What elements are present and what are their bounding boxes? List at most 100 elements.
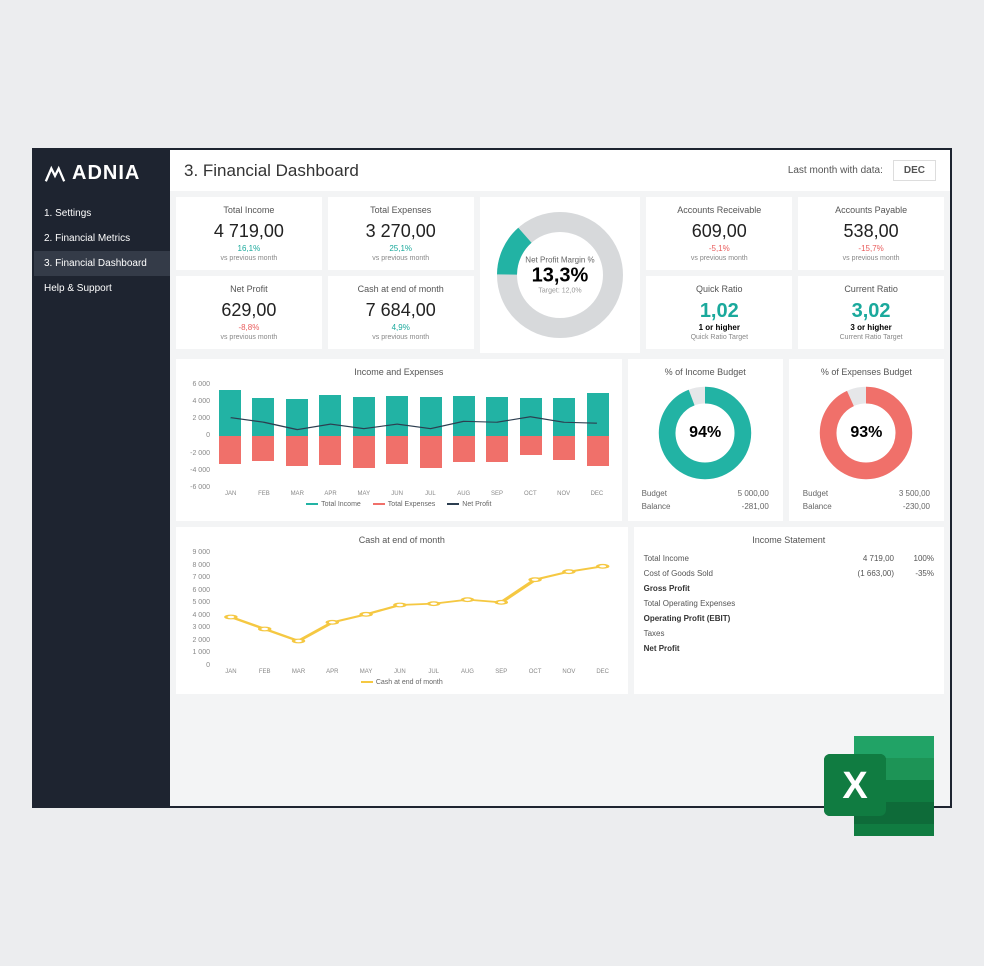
kpi-value: 538,00 bbox=[804, 221, 938, 242]
kpi-net-profit: Net Profit 629,00 -8,8% vs previous mont… bbox=[176, 276, 322, 349]
kpi-quick-ratio: Quick Ratio 1,02 1 or higher Quick Ratio… bbox=[646, 276, 792, 349]
kpi-change: -8,8% bbox=[182, 323, 316, 332]
kpi-sub: vs previous month bbox=[804, 255, 938, 262]
legend-netprofit: Net Profit bbox=[447, 501, 491, 508]
bottom-row: Cash at end of month 9 0008 0007 0006 00… bbox=[176, 527, 944, 694]
kpi-title: Accounts Receivable bbox=[652, 205, 786, 215]
legend: Total Income Total Expenses Net Profit bbox=[184, 501, 614, 508]
stmt-row: Total Income4 719,00100% bbox=[644, 551, 934, 566]
stmt-row: Taxes bbox=[644, 626, 934, 641]
header-right: Last month with data: DEC bbox=[788, 160, 936, 181]
month-selector[interactable]: DEC bbox=[893, 160, 936, 181]
kpi-npm-donut: Net Profit Margin % 13,3% Target: 12,0% bbox=[480, 197, 641, 353]
legend-expenses: Total Expenses bbox=[373, 501, 435, 508]
brand: ADNIA bbox=[34, 150, 170, 201]
header: 3. Financial Dashboard Last month with d… bbox=[170, 150, 950, 191]
budget-title: % of Income Budget bbox=[634, 367, 777, 377]
npm-target: Target: 12,0% bbox=[525, 288, 594, 295]
budget-title: % of Expenses Budget bbox=[795, 367, 938, 377]
balance-label: Balance bbox=[803, 502, 832, 511]
kpi-title: Accounts Payable bbox=[804, 205, 938, 215]
kpi-sub: vs previous month bbox=[652, 255, 786, 262]
stmt-row: Total Operating Expenses bbox=[644, 596, 934, 611]
kpi-target: 1 or higher bbox=[652, 323, 786, 332]
kpi-current-ratio: Current Ratio 3,02 3 or higher Current R… bbox=[798, 276, 944, 349]
kpi-sub: Quick Ratio Target bbox=[652, 334, 786, 341]
kpi-value: 4 719,00 bbox=[182, 221, 316, 242]
budget-label: Budget bbox=[642, 489, 667, 498]
kpi-accounts-payable: Accounts Payable 538,00 -15,7% vs previo… bbox=[798, 197, 944, 270]
x-axis: JANFEBMARAPRMAYJUNJULAUGSEPOCTNOVDEC bbox=[184, 491, 614, 497]
kpi-value: 3 270,00 bbox=[334, 221, 468, 242]
budget-pct: 93% bbox=[850, 424, 882, 442]
brand-text: ADNIA bbox=[72, 162, 140, 185]
kpi-sub: Current Ratio Target bbox=[804, 334, 938, 341]
balance-val: -230,00 bbox=[903, 502, 930, 511]
kpi-value: 609,00 bbox=[652, 221, 786, 242]
kpi-title: Quick Ratio bbox=[652, 284, 786, 294]
kpi-value: 7 684,00 bbox=[334, 300, 468, 321]
kpi-value: 629,00 bbox=[182, 300, 316, 321]
kpi-change: 25,1% bbox=[334, 244, 468, 253]
chart-title: Income and Expenses bbox=[184, 367, 614, 377]
excel-icon: X bbox=[814, 726, 944, 846]
kpi-sub: vs previous month bbox=[182, 255, 316, 262]
page-title: 3. Financial Dashboard bbox=[184, 161, 359, 181]
middle-row: Income and Expenses 6 0004 0002 0000-2 0… bbox=[176, 359, 944, 521]
stmt-row: Cost of Goods Sold(1 663,00)-35% bbox=[644, 566, 934, 581]
logo-icon bbox=[44, 163, 66, 185]
budget-val: 3 500,00 bbox=[899, 489, 930, 498]
kpi-sub: vs previous month bbox=[182, 334, 316, 341]
budget-val: 5 000,00 bbox=[738, 489, 769, 498]
income-statement: Income Statement Total Income4 719,00100… bbox=[634, 527, 944, 694]
kpi-sub: vs previous month bbox=[334, 255, 468, 262]
sidebar: ADNIA 1. Settings 2. Financial Metrics 3… bbox=[34, 150, 170, 806]
balance-label: Balance bbox=[642, 502, 671, 511]
kpi-total-expenses: Total Expenses 3 270,00 25,1% vs previou… bbox=[328, 197, 474, 270]
stmt-row: Operating Profit (EBIT) bbox=[644, 611, 934, 626]
app-window: ADNIA 1. Settings 2. Financial Metrics 3… bbox=[32, 148, 952, 808]
bar-plot bbox=[214, 381, 614, 491]
nav-item-metrics[interactable]: 2. Financial Metrics bbox=[34, 226, 170, 251]
income-budget-card: % of Income Budget 94% Budget 5 000,00 Ba… bbox=[628, 359, 783, 521]
line-plot bbox=[214, 549, 620, 669]
stmt-title: Income Statement bbox=[644, 535, 934, 545]
kpi-sub: vs previous month bbox=[334, 334, 468, 341]
kpi-row: Total Income 4 719,00 16,1% vs previous … bbox=[176, 197, 944, 353]
legend-cash: Cash at end of month bbox=[361, 679, 443, 686]
kpi-cash-eom: Cash at end of month 7 684,00 4,9% vs pr… bbox=[328, 276, 474, 349]
expenses-budget-card: % of Expenses Budget 93% Budget3 500,00 … bbox=[789, 359, 944, 521]
npm-value: 13,3% bbox=[525, 265, 594, 288]
svg-text:X: X bbox=[842, 765, 868, 807]
dashboard-grid: Total Income 4 719,00 16,1% vs previous … bbox=[170, 191, 950, 806]
nav-item-dashboard[interactable]: 3. Financial Dashboard bbox=[34, 251, 170, 276]
kpi-title: Cash at end of month bbox=[334, 284, 468, 294]
budget-label: Budget bbox=[803, 489, 828, 498]
stmt-row: Net Profit bbox=[644, 641, 934, 656]
kpi-title: Net Profit bbox=[182, 284, 316, 294]
cash-chart: Cash at end of month 9 0008 0007 0006 00… bbox=[176, 527, 628, 694]
chart-title: Cash at end of month bbox=[184, 535, 620, 545]
kpi-title: Current Ratio bbox=[804, 284, 938, 294]
balance-val: -281,00 bbox=[742, 502, 769, 511]
budget-pct: 94% bbox=[689, 424, 721, 442]
nav-item-help[interactable]: Help & Support bbox=[34, 276, 170, 301]
kpi-value: 1,02 bbox=[652, 300, 786, 323]
kpi-accounts-receivable: Accounts Receivable 609,00 -5,1% vs prev… bbox=[646, 197, 792, 270]
kpi-change: -5,1% bbox=[652, 244, 786, 253]
kpi-change: 16,1% bbox=[182, 244, 316, 253]
x-axis: JANFEBMARAPRMAYJUNJULAUGSEPOCTNOVDEC bbox=[184, 669, 620, 675]
nav-item-settings[interactable]: 1. Settings bbox=[34, 201, 170, 226]
kpi-value: 3,02 bbox=[804, 300, 938, 323]
legend: Cash at end of month bbox=[184, 679, 620, 686]
nav: 1. Settings 2. Financial Metrics 3. Fina… bbox=[34, 201, 170, 301]
kpi-title: Total Expenses bbox=[334, 205, 468, 215]
kpi-target: 3 or higher bbox=[804, 323, 938, 332]
kpi-total-income: Total Income 4 719,00 16,1% vs previous … bbox=[176, 197, 322, 270]
kpi-title: Total Income bbox=[182, 205, 316, 215]
last-month-label: Last month with data: bbox=[788, 165, 883, 176]
income-expenses-chart: Income and Expenses 6 0004 0002 0000-2 0… bbox=[176, 359, 622, 521]
npm-title: Net Profit Margin % bbox=[525, 256, 594, 265]
y-axis: 6 0004 0002 0000-2 000-4 000-6 000 bbox=[184, 381, 214, 491]
y-axis: 9 0008 0007 0006 0005 0004 0003 0002 000… bbox=[184, 549, 214, 669]
